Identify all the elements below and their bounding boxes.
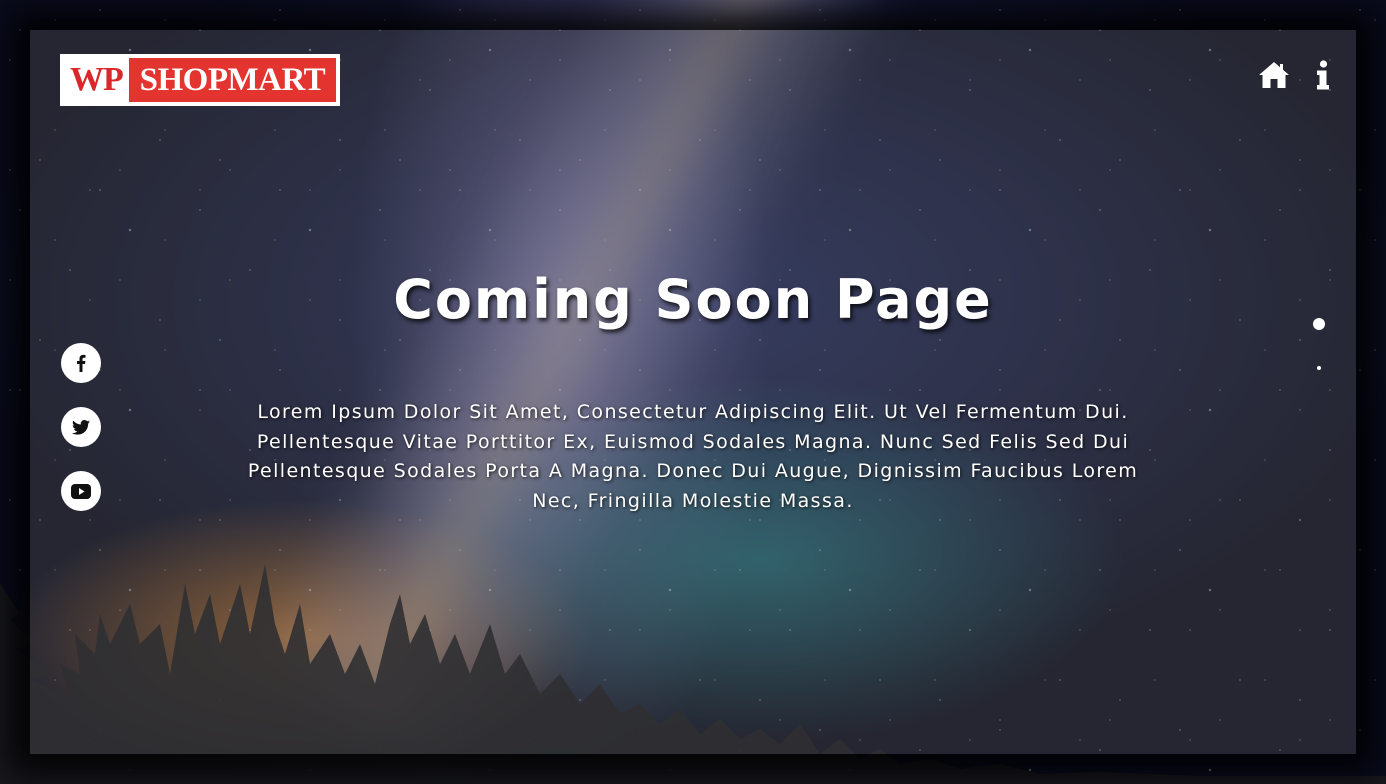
logo-prefix: WP bbox=[70, 61, 124, 98]
facebook-icon bbox=[77, 354, 86, 372]
header-nav bbox=[1258, 60, 1330, 90]
logo-name: SHOPMART bbox=[128, 58, 336, 102]
facebook-link[interactable] bbox=[61, 343, 101, 383]
content-frame bbox=[30, 30, 1356, 754]
twitter-link[interactable] bbox=[61, 407, 101, 447]
site-logo[interactable]: WP SHOPMART bbox=[60, 54, 340, 106]
page-description: Lorem Ipsum Dolor Sit Amet, Consectetur … bbox=[247, 401, 1139, 512]
twitter-icon bbox=[72, 419, 90, 435]
pagination-dot[interactable] bbox=[1317, 366, 1321, 370]
youtube-icon bbox=[71, 483, 91, 499]
youtube-link[interactable] bbox=[61, 471, 101, 511]
slide-pagination bbox=[1313, 318, 1325, 370]
social-links bbox=[61, 343, 101, 511]
page-title: Coming Soon Page bbox=[393, 268, 993, 331]
info-icon[interactable] bbox=[1316, 60, 1330, 90]
home-icon[interactable] bbox=[1258, 61, 1290, 89]
pagination-dot-active[interactable] bbox=[1313, 318, 1325, 330]
coming-soon-page: WP SHOPMART Coming Soon Page Lorem Ipsum… bbox=[0, 0, 1386, 784]
